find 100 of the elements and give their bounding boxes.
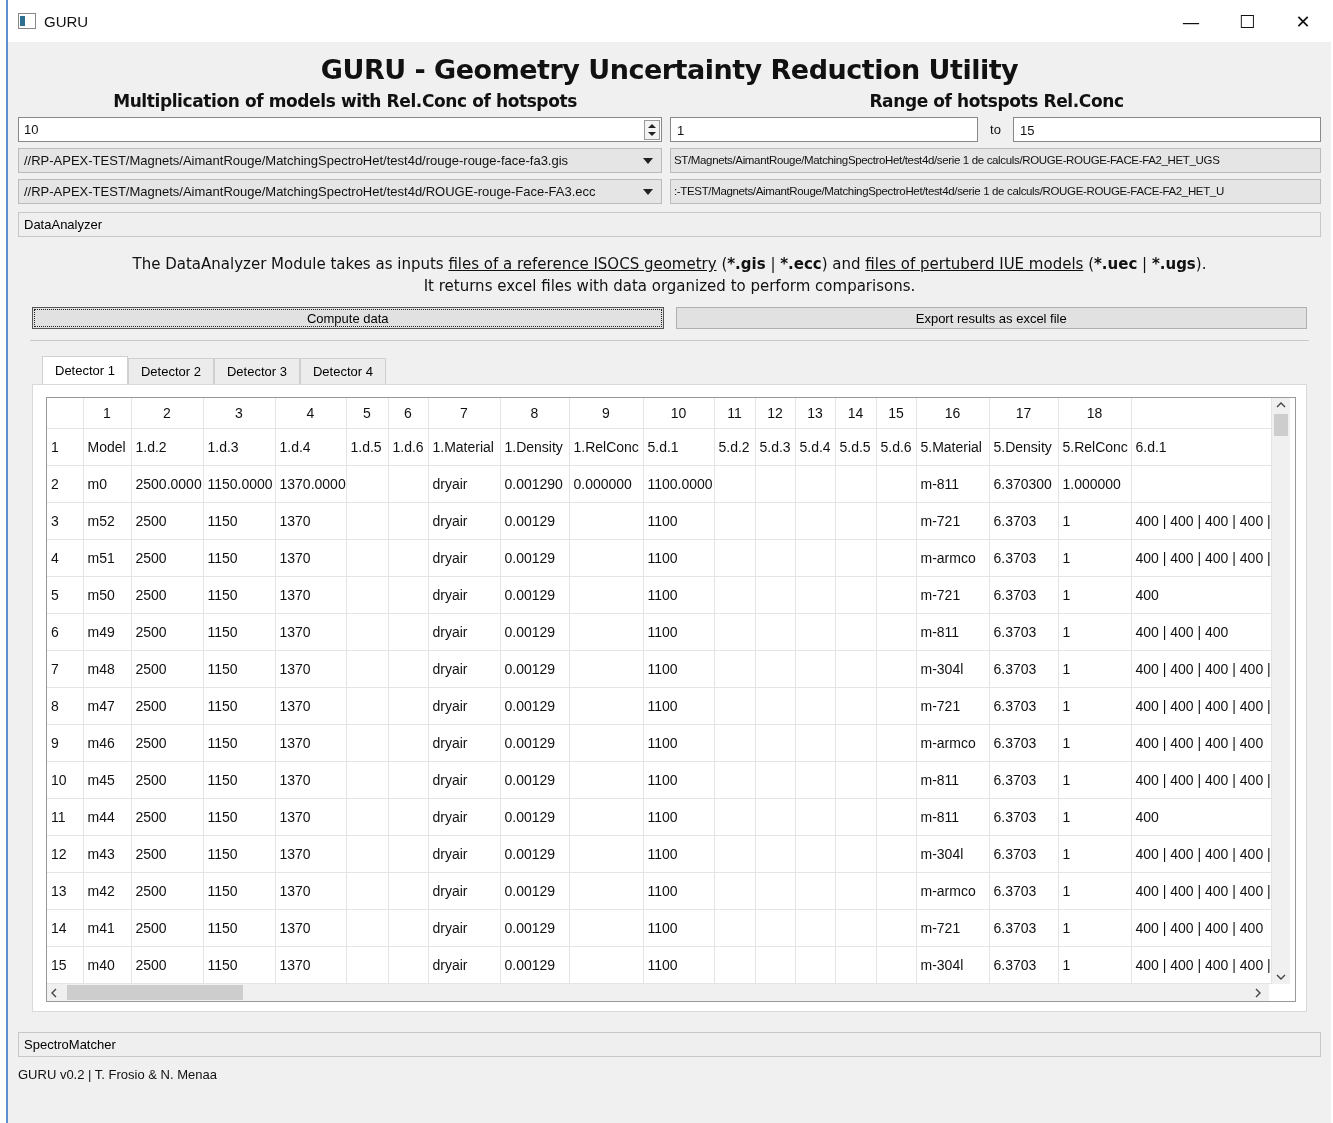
file-dropdown[interactable]: //RP-APEX-TEST/Magnets/AimantRouge/MatchingSpectroHet/test4d/rouge-rouge-face-fa3.gis <box>18 148 662 173</box>
table-cell: 1370 <box>279 550 311 566</box>
file-path-field[interactable]: ST/Magnets/AimantRouge/MatchingSpectroHet/test4d/serie 1 de calculs/ROUGE-ROUGE-FACE-FA2_HET_UGS <box>670 148 1321 173</box>
table-cell: 5.d.5 <box>839 439 871 455</box>
table-cell: 1 <box>1062 957 1071 973</box>
table-cell: 6.3703 <box>993 846 1037 862</box>
table-cell: 1150 <box>207 735 238 751</box>
table-cell: 1370 <box>279 698 311 714</box>
table-cell: 5.d.3 <box>759 439 791 455</box>
table-cell: 1100 <box>647 698 678 714</box>
spin-box[interactable]: 10 <box>18 117 662 142</box>
table-cell: 1 <box>1062 661 1071 677</box>
range-to-field[interactable]: 15 <box>1012 117 1321 142</box>
table-cell: 1 <box>1062 698 1071 714</box>
table-cell: 1100 <box>647 513 678 529</box>
table-cell: 6.3703 <box>993 735 1037 751</box>
table-cell: m40 <box>87 957 115 973</box>
table-cell: dryair <box>432 957 468 973</box>
column-header: 4 <box>306 405 315 421</box>
table-cell: 1.d.2 <box>135 439 167 455</box>
table-cell: m41 <box>87 920 115 936</box>
table-cell: 1370 <box>279 809 311 825</box>
section-header[interactable]: SpectroMatcher <box>18 1032 1321 1057</box>
table-cell: 1150 <box>207 846 238 862</box>
table-cell: 2500 <box>135 883 167 899</box>
table-cell: 2500 <box>135 957 167 973</box>
table-cell: 2500 <box>135 587 167 603</box>
table-cell: 1100 <box>647 883 678 899</box>
table-cell: m44 <box>87 809 115 825</box>
action-button[interactable]: Export results as excel file <box>675 307 1307 329</box>
column-header: 7 <box>460 405 468 421</box>
table-cell: dryair <box>432 698 468 714</box>
table-cell: m-304l <box>920 957 964 973</box>
table-cell: 1100 <box>647 846 678 862</box>
range-from-field[interactable]: 1 <box>670 117 979 142</box>
table-cell: 2500 <box>135 846 167 862</box>
column-header: 12 <box>767 405 783 421</box>
tab[interactable]: Detector 2 <box>128 358 214 384</box>
scrollbar-thumb[interactable] <box>1273 414 1288 436</box>
table-cell: dryair <box>432 624 468 640</box>
table-cell: 5.d.1 <box>647 439 679 455</box>
file-path-field[interactable]: :-TEST/Magnets/AimantRouge/MatchingSpectroHet/test4d/serie 1 de calculs/ROUGE-ROUGE-FACE-FA2_HET_U <box>670 179 1321 204</box>
table-cell: m43 <box>87 846 115 862</box>
table-cell: 400 | 400 | 400 <box>1135 624 1229 640</box>
table-cell: 1100 <box>647 772 678 788</box>
table-cell: m42 <box>87 883 115 899</box>
tab[interactable]: Detector 3 <box>213 358 300 384</box>
table-cell: 1.d.4 <box>279 439 311 455</box>
row-header: 8 <box>51 698 59 714</box>
table-cell: 1 <box>1062 809 1071 825</box>
table-cell: 0.000000 <box>573 476 632 492</box>
window-title: GURU <box>44 12 89 30</box>
table-cell: 2500 <box>135 772 167 788</box>
row-header: 13 <box>51 883 67 899</box>
table-cell: 1100 <box>647 624 678 640</box>
table-cell: 2500 <box>135 920 167 936</box>
table-cell: 1.d.6 <box>392 439 424 455</box>
table-cell: m-721 <box>920 920 961 936</box>
spin-arrows-icon[interactable] <box>644 119 660 140</box>
scrollbar-thumb[interactable] <box>67 985 243 1000</box>
table-cell: 5.Density <box>993 439 1052 455</box>
table-cell: 1150 <box>207 550 238 566</box>
action-button[interactable]: Compute data <box>32 307 664 329</box>
link[interactable]: files of pertuberd IUE models <box>865 255 1084 273</box>
table-cell: 1.d.3 <box>207 439 239 455</box>
table-cell: m51 <box>87 550 115 566</box>
table-cell: 5.d.6 <box>880 439 912 455</box>
table-cell: 1.000000 <box>1062 476 1121 492</box>
table-cell: 0.00129 <box>504 735 556 751</box>
table-cell: 6.3703 <box>993 550 1037 566</box>
table-cell: 400 <box>1135 809 1159 825</box>
table-cell: 400 | 400 | 400 | 400 | <box>1135 698 1270 714</box>
column-header: 14 <box>847 405 864 421</box>
table-cell: m49 <box>87 624 115 640</box>
table-cell: m-armco <box>920 735 976 751</box>
tab[interactable]: Detector 1 <box>42 356 128 384</box>
table-cell: 6.3703 <box>993 809 1037 825</box>
description-text: It returns excel files with data organized to perform comparisons. <box>422 276 917 297</box>
row-header: 1 <box>51 439 59 455</box>
table-cell: 400 | 400 | 400 | 400 | <box>1135 957 1270 973</box>
tab[interactable]: Detector 4 <box>299 358 386 384</box>
table-cell: m48 <box>87 661 115 677</box>
file-dropdown[interactable]: //RP-APEX-TEST/Magnets/AimantRouge/MatchingSpectroHet/test4d/ROUGE-rouge-Face-FA3.ecc <box>18 179 662 204</box>
row-header: 12 <box>51 846 67 862</box>
table-cell: 6.3703 <box>993 920 1037 936</box>
horizontal-scrollbar[interactable] <box>47 984 1269 1001</box>
table-cell: 1100.0000 <box>647 476 713 492</box>
table-cell: 0.00129 <box>504 587 556 603</box>
column-header: 2 <box>163 405 171 421</box>
link[interactable]: files of a reference ISOCS geometry <box>448 255 717 273</box>
section-header[interactable]: DataAnalyzer <box>18 212 1321 237</box>
column-header: 3 <box>235 405 243 421</box>
table-cell: 1 <box>1062 883 1071 899</box>
table-cell: 400 | 400 | 400 | 400 <box>1135 920 1264 936</box>
table-cell: Model <box>87 439 126 455</box>
column-header: 5 <box>363 405 371 421</box>
table-cell: 1 <box>1062 550 1071 566</box>
table-cell: 1 <box>1062 920 1071 936</box>
table-cell: 2500 <box>135 513 167 529</box>
table-cell: 2500 <box>135 624 167 640</box>
